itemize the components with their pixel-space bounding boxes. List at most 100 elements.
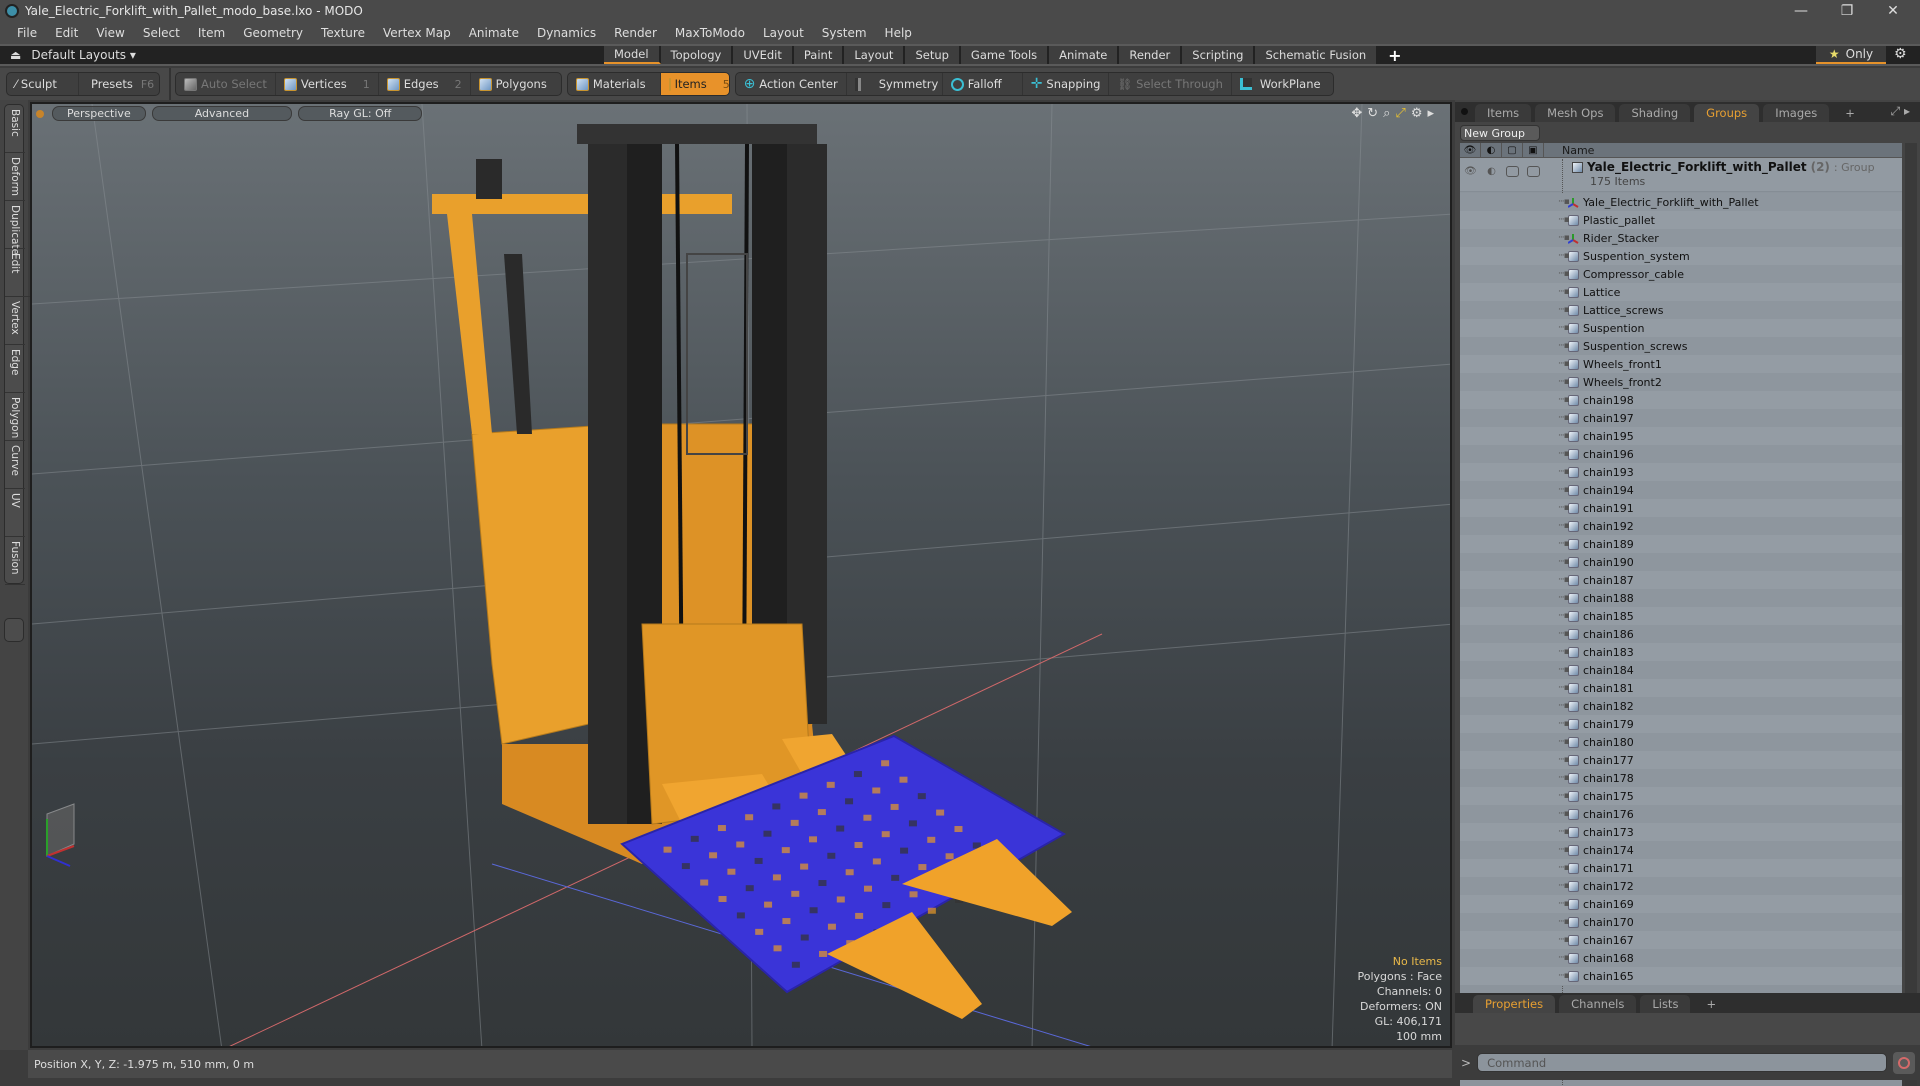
menu-geometry[interactable]: Geometry	[234, 26, 312, 40]
restore-button[interactable]: ❐	[1824, 0, 1870, 22]
list-item[interactable]: ···▪ chain181	[1460, 679, 1902, 697]
list-item[interactable]: ···▪ Plastic_pallet	[1460, 211, 1902, 229]
tab-paint[interactable]: Paint	[793, 46, 845, 64]
menu-item[interactable]: Item	[189, 26, 234, 40]
render-column-icon[interactable]: ◐	[1481, 143, 1502, 158]
list-item[interactable]: ···▪ chain177	[1460, 751, 1902, 769]
tab-render[interactable]: Render	[1119, 46, 1183, 64]
list-item[interactable]: ···▪ Wheels_front1	[1460, 355, 1902, 373]
list-item[interactable]: ···▪ chain197	[1460, 409, 1902, 427]
list-item[interactable]: ···▪ chain198	[1460, 391, 1902, 409]
panel-tab-shading[interactable]: Shading	[1619, 104, 1691, 122]
only-button[interactable]: ★ Only	[1816, 46, 1886, 64]
add-layout-tab-button[interactable]: +	[1378, 46, 1411, 65]
list-item[interactable]: ···▪ chain188	[1460, 589, 1902, 607]
panel-tab-mesh-ops[interactable]: Mesh Ops	[1535, 104, 1616, 122]
list-item[interactable]: ···▪ chain196	[1460, 445, 1902, 463]
materials-button[interactable]: Materials	[568, 73, 661, 95]
tab-uvedit[interactable]: UVEdit	[733, 46, 794, 64]
list-item[interactable]: ···▪ chain168	[1460, 949, 1902, 967]
list-item[interactable]: ···▪ Suspention_screws	[1460, 337, 1902, 355]
list-item[interactable]: ···▪ chain193	[1460, 463, 1902, 481]
add-bottom-tab-button[interactable]: +	[1694, 995, 1728, 1013]
fit-icon[interactable]: ⤢	[1395, 106, 1405, 121]
rotate-icon[interactable]: ↻	[1367, 106, 1378, 121]
tab-animate[interactable]: Animate	[1049, 46, 1120, 64]
forklift-model[interactable]	[432, 124, 852, 864]
list-item[interactable]: ···▪ chain190	[1460, 553, 1902, 571]
render-toggle-icon[interactable]: ◐	[1481, 164, 1502, 178]
list-item[interactable]: ···▪ Suspention	[1460, 319, 1902, 337]
list-item[interactable]: ···▪ chain183	[1460, 643, 1902, 661]
new-group-button[interactable]: New Group	[1460, 125, 1540, 141]
list-item[interactable]: ···▪ chain175	[1460, 787, 1902, 805]
list-item[interactable]: ···▪ chain189	[1460, 535, 1902, 553]
list-item[interactable]: ···▪ chain191	[1460, 499, 1902, 517]
tooltab-edge[interactable]: Edge	[5, 345, 25, 393]
panel-expand-icon[interactable]: ⤢ ▸	[1891, 104, 1910, 119]
list-item[interactable]: ···▪ chain174	[1460, 841, 1902, 859]
menu-render[interactable]: Render	[605, 26, 666, 40]
viewport-menu-dot[interactable]	[36, 109, 44, 118]
tooltab-deform[interactable]: Deform	[5, 153, 25, 201]
panel-tab-groups[interactable]: Groups	[1694, 104, 1760, 122]
bottom-tab-lists[interactable]: Lists	[1640, 995, 1691, 1013]
select-toggle[interactable]	[1523, 164, 1544, 178]
menu-animate[interactable]: Animate	[460, 26, 528, 40]
falloff-button[interactable]: Falloff	[943, 73, 1023, 95]
sculpt-button[interactable]: ⁄ Sculpt	[7, 73, 79, 95]
list-item[interactable]: ···▪ Wheels_front2	[1460, 373, 1902, 391]
presets-button[interactable]: Presets F6	[79, 73, 159, 95]
default-layouts-dropdown[interactable]: ⏏ Default Layouts ▾	[10, 48, 136, 62]
scene-canvas[interactable]	[32, 104, 1452, 1048]
menu-maxtomodo[interactable]: MaxToModo	[666, 26, 754, 40]
pan-icon[interactable]: ✥	[1351, 106, 1362, 121]
tab-scripting[interactable]: Scripting	[1182, 46, 1256, 64]
menu-edit[interactable]: Edit	[46, 26, 87, 40]
tooltab-polygon[interactable]: Polygon	[5, 393, 25, 441]
snapping-button[interactable]: ✛ Snapping	[1023, 73, 1110, 95]
list-item[interactable]: ···▪ chain176	[1460, 805, 1902, 823]
auto-select-button[interactable]: Auto Select	[176, 73, 276, 95]
view-mode-button[interactable]: Perspective	[52, 106, 146, 121]
list-item[interactable]: ···▪ Rider_Stacker	[1460, 229, 1902, 247]
tooltab-uv[interactable]: UV	[5, 489, 25, 537]
raygl-button[interactable]: Ray GL: Off	[298, 106, 423, 121]
list-item[interactable]: ···▪ chain195	[1460, 427, 1902, 445]
vertices-button[interactable]: Vertices 1	[276, 73, 379, 95]
list-item[interactable]: ···▪ chain170	[1460, 913, 1902, 931]
group-row[interactable]: 👁 ◐ Yale_Electric_Forklift_with_Pallet (…	[1460, 158, 1902, 192]
select-through-button[interactable]: ⛓ Select Through	[1109, 73, 1232, 95]
viewport-settings-icon[interactable]: ⚙	[1411, 106, 1423, 121]
tab-game-tools[interactable]: Game Tools	[960, 46, 1050, 64]
menu-vertex-map[interactable]: Vertex Map	[374, 26, 460, 40]
list-item[interactable]: ···▪ chain173	[1460, 823, 1902, 841]
menu-texture[interactable]: Texture	[312, 26, 374, 40]
list-item[interactable]: ···▪ chain186	[1460, 625, 1902, 643]
workplane-button[interactable]: WorkPlane	[1232, 73, 1333, 95]
menu-help[interactable]: Help	[876, 26, 921, 40]
list-item[interactable]: ···▪ Lattice	[1460, 283, 1902, 301]
tooltab-curve[interactable]: Curve	[5, 441, 25, 489]
panel-menu-dot[interactable]	[1461, 108, 1468, 115]
list-item[interactable]: ···▪ chain192	[1460, 517, 1902, 535]
tab-setup[interactable]: Setup	[905, 46, 961, 64]
menu-system[interactable]: System	[813, 26, 876, 40]
groups-list[interactable]: 👁 ◐ ▢ ▣ Name 👁 ◐ Yale_Electric_Forklift_…	[1460, 143, 1902, 1086]
action-center-button[interactable]: ⊕ Action Center	[736, 73, 847, 95]
menu-select[interactable]: Select	[134, 26, 189, 40]
list-item[interactable]: ···▪ chain169	[1460, 895, 1902, 913]
list-item[interactable]: ···▪ chain172	[1460, 877, 1902, 895]
lock-toggle[interactable]	[1502, 164, 1523, 178]
list-item[interactable]: ···▪ chain187	[1460, 571, 1902, 589]
bottom-tab-properties[interactable]: Properties	[1473, 995, 1556, 1013]
close-button[interactable]: ✕	[1870, 0, 1916, 22]
visibility-toggle-icon[interactable]: 👁	[1460, 164, 1481, 178]
visibility-column-icon[interactable]: 👁	[1460, 143, 1481, 158]
list-item[interactable]: ···▪ Compressor_cable	[1460, 265, 1902, 283]
toolbox-extra-button[interactable]	[4, 618, 24, 642]
bottom-tab-channels[interactable]: Channels	[1559, 995, 1637, 1013]
select-column-icon[interactable]: ▣	[1523, 143, 1544, 158]
tab-layout[interactable]: Layout	[844, 46, 906, 64]
menu-layout[interactable]: Layout	[754, 26, 813, 40]
